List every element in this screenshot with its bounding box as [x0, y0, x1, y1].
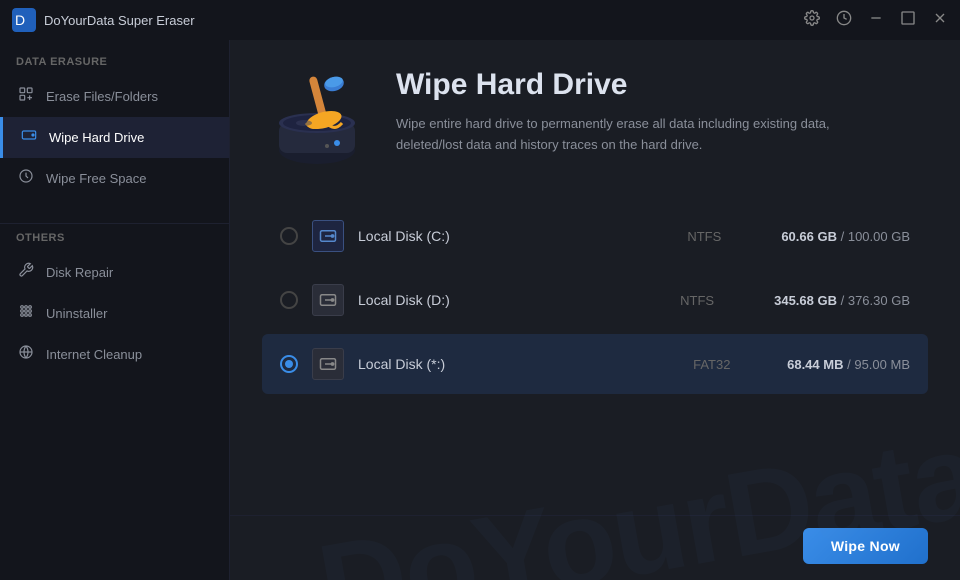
sidebar-item-disk-repair[interactable]: Disk Repair [0, 252, 229, 293]
wipe-hard-drive-icon [19, 127, 39, 148]
disk-used-c: 60.66 GB [781, 229, 837, 244]
disk-row-d[interactable]: Local Disk (D:) NTFS 345.68 GB / 376.30 … [262, 270, 928, 330]
disk-used-d: 345.68 GB [774, 293, 837, 308]
disk-row-c[interactable]: Local Disk (C:) NTFS 60.66 GB / 100.00 G… [262, 206, 928, 266]
maximize-icon[interactable] [900, 10, 916, 31]
section-label-others: Others [0, 232, 229, 252]
sidebar-label-internet-cleanup: Internet Cleanup [46, 347, 142, 362]
disk-size-d: 345.68 GB / 376.30 GB [774, 293, 910, 308]
disk-name-star: Local Disk (*:) [358, 356, 679, 372]
app-title: DoYourData Super Eraser [44, 13, 195, 28]
titlebar: D DoYourData Super Eraser [0, 0, 960, 40]
settings-icon[interactable] [804, 10, 820, 31]
main-content: DoYourData [230, 40, 960, 580]
titlebar-left: D DoYourData Super Eraser [12, 8, 195, 32]
page-title: Wipe Hard Drive [396, 68, 876, 102]
sidebar-label-wipe-free-space: Wipe Free Space [46, 171, 146, 186]
disk-fs-d: NTFS [680, 293, 760, 308]
radio-inner-star [285, 360, 293, 368]
disk-row-star[interactable]: Local Disk (*:) FAT32 68.44 MB / 95.00 M… [262, 334, 928, 394]
disk-used-star: 68.44 MB [787, 357, 843, 372]
sidebar-item-uninstaller[interactable]: Uninstaller [0, 293, 229, 334]
sidebar-item-wipe-free-space[interactable]: Wipe Free Space [0, 158, 229, 199]
erase-files-icon [16, 86, 36, 107]
disk-icon-c [312, 220, 344, 252]
radio-disk-star[interactable] [280, 355, 298, 373]
internet-cleanup-icon [16, 344, 36, 365]
disk-total-star: 95.00 MB [854, 357, 910, 372]
hero-text: Wipe Hard Drive Wipe entire hard drive t… [396, 68, 876, 156]
sidebar: Data Erasure Erase Files/Folders [0, 40, 230, 580]
sidebar-item-wipe-hard-drive[interactable]: Wipe Hard Drive [0, 117, 229, 158]
sidebar-item-internet-cleanup[interactable]: Internet Cleanup [0, 334, 229, 375]
radio-disk-c[interactable] [280, 227, 298, 245]
disk-name-c: Local Disk (C:) [358, 228, 673, 244]
page-description: Wipe entire hard drive to permanently er… [396, 114, 876, 156]
disk-repair-icon [16, 262, 36, 283]
disk-size-c: 60.66 GB / 100.00 GB [781, 229, 910, 244]
radio-disk-d[interactable] [280, 291, 298, 309]
disk-sep-d: / [841, 293, 848, 308]
close-icon[interactable] [932, 10, 948, 31]
sidebar-label-uninstaller: Uninstaller [46, 306, 107, 321]
sidebar-label-erase-files: Erase Files/Folders [46, 89, 158, 104]
svg-text:D: D [15, 12, 25, 28]
hero-icon [262, 68, 372, 178]
minimize-icon[interactable] [868, 10, 884, 31]
wipe-free-space-icon [16, 168, 36, 189]
sidebar-item-erase-files[interactable]: Erase Files/Folders [0, 76, 229, 117]
disk-icon-d [312, 284, 344, 316]
titlebar-controls [804, 10, 948, 31]
disk-icon-star [312, 348, 344, 380]
disk-list: Local Disk (C:) NTFS 60.66 GB / 100.00 G… [262, 206, 928, 495]
sidebar-label-wipe-hard-drive: Wipe Hard Drive [49, 130, 144, 145]
disk-name-d: Local Disk (D:) [358, 292, 666, 308]
content-area: Wipe Hard Drive Wipe entire hard drive t… [230, 40, 960, 515]
history-icon[interactable] [836, 10, 852, 31]
disk-fs-star: FAT32 [693, 357, 773, 372]
disk-fs-c: NTFS [687, 229, 767, 244]
bottom-bar: Wipe Now [230, 515, 960, 580]
disk-total-c: 100.00 GB [848, 229, 910, 244]
main-layout: Data Erasure Erase Files/Folders [0, 40, 960, 580]
section-label-data-erasure: Data Erasure [0, 56, 229, 76]
disk-sep-c: / [841, 229, 848, 244]
sidebar-label-disk-repair: Disk Repair [46, 265, 113, 280]
wipe-now-button[interactable]: Wipe Now [803, 528, 928, 564]
hero-section: Wipe Hard Drive Wipe entire hard drive t… [262, 68, 928, 178]
uninstaller-icon [16, 303, 36, 324]
disk-size-star: 68.44 MB / 95.00 MB [787, 357, 910, 372]
app-logo: D [12, 8, 36, 32]
disk-total-d: 376.30 GB [848, 293, 910, 308]
